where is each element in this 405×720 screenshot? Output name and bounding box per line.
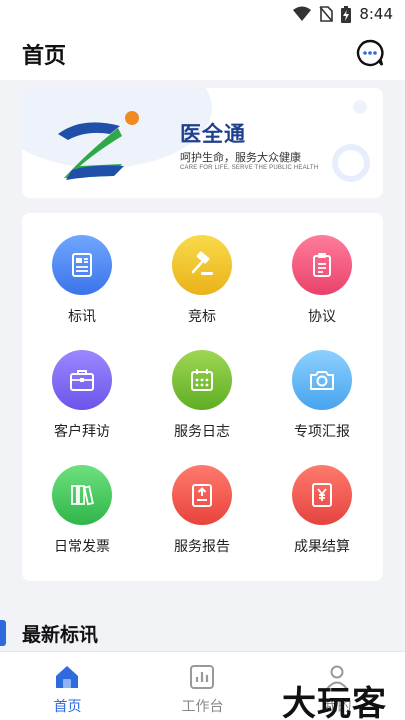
status-icons: 8:44 <box>293 5 393 23</box>
books-icon <box>71 485 94 506</box>
grid-icon-circle <box>292 465 352 525</box>
banner-slogan-english: CARE FOR LIFE, SERVE THE PUBLIC HEALTH <box>180 165 319 171</box>
tab-label: 首页 <box>53 698 82 714</box>
report-upload-icon <box>192 484 212 507</box>
tab-label: 工作台 <box>181 698 224 714</box>
tab-home[interactable]: 首页 <box>0 652 135 720</box>
grid-item-label: 服务日志 <box>174 423 230 439</box>
grid-icon-circle <box>172 465 232 525</box>
grid-icon-circle <box>292 235 352 295</box>
home-icon <box>56 666 78 688</box>
gavel-icon <box>191 251 213 275</box>
banner-slogan: 呵护生命，服务大众健康 <box>180 152 301 164</box>
status-bar: 8:44 <box>0 0 405 28</box>
page-title: 首页 <box>22 43 67 68</box>
decorative-ring <box>332 144 370 182</box>
grid-icon-circle <box>52 350 112 410</box>
promo-banner[interactable]: 医全通 呵护生命，服务大众健康 CARE FOR LIFE, SERVE THE… <box>22 88 383 198</box>
calendar-icon <box>191 369 213 391</box>
header: 首页 <box>0 28 405 80</box>
grid-item-client-visit[interactable]: 客户拜访 <box>22 328 142 439</box>
clipboard-icon <box>313 253 331 277</box>
section-accent-bar <box>0 620 6 646</box>
grid-item-bidding-news[interactable]: 标讯 <box>22 213 142 324</box>
grid-item-service-report[interactable]: 服务报告 <box>142 443 262 554</box>
chat-button[interactable] <box>355 38 385 68</box>
chat-bubble-icon <box>356 39 384 67</box>
section-title: 最新标讯 <box>22 625 99 646</box>
chart-icon <box>190 665 214 689</box>
wifi-icon <box>293 6 312 21</box>
no-sim-icon <box>319 6 334 22</box>
grid-item-label: 协议 <box>308 308 336 324</box>
status-time: 8:44 <box>359 5 393 23</box>
newspaper-icon <box>72 253 92 277</box>
grid-item-label: 服务报告 <box>174 538 230 554</box>
app-logo-icon <box>58 111 139 180</box>
grid-icon-circle <box>292 350 352 410</box>
service-grid: 标讯 竞标 协议 客户拜访 服务日志 专项汇报 日常发票 服务报告 成果结算 <box>22 213 383 581</box>
grid-item-special-report[interactable]: 专项汇报 <box>262 328 382 439</box>
briefcase-icon <box>70 370 94 391</box>
grid-item-bidding[interactable]: 竞标 <box>142 213 262 324</box>
grid-item-label: 客户拜访 <box>54 423 110 439</box>
grid-item-label: 成果结算 <box>294 538 350 554</box>
banner-app-name: 医全通 <box>180 123 246 146</box>
grid-item-service-log[interactable]: 服务日志 <box>142 328 262 439</box>
grid-item-label: 专项汇报 <box>294 423 350 439</box>
grid-icon-circle <box>52 235 112 295</box>
camera-icon <box>310 371 334 390</box>
grid-item-label: 竞标 <box>188 308 216 324</box>
watermark-text: 大玩客 <box>282 685 387 720</box>
tab-workbench[interactable]: 工作台 <box>135 652 270 720</box>
battery-charging-icon <box>341 5 352 23</box>
grid-icon-circle <box>172 235 232 295</box>
grid-item-label: 标讯 <box>68 308 96 324</box>
grid-icon-circle <box>52 465 112 525</box>
yen-document-icon <box>312 483 332 507</box>
grid-item-result-settlement[interactable]: 成果结算 <box>262 443 382 554</box>
decorative-dot <box>353 100 367 114</box>
grid-item-label: 日常发票 <box>54 538 110 554</box>
grid-icon-circle <box>172 350 232 410</box>
grid-item-agreement[interactable]: 协议 <box>262 213 382 324</box>
grid-item-daily-invoice[interactable]: 日常发票 <box>22 443 142 554</box>
